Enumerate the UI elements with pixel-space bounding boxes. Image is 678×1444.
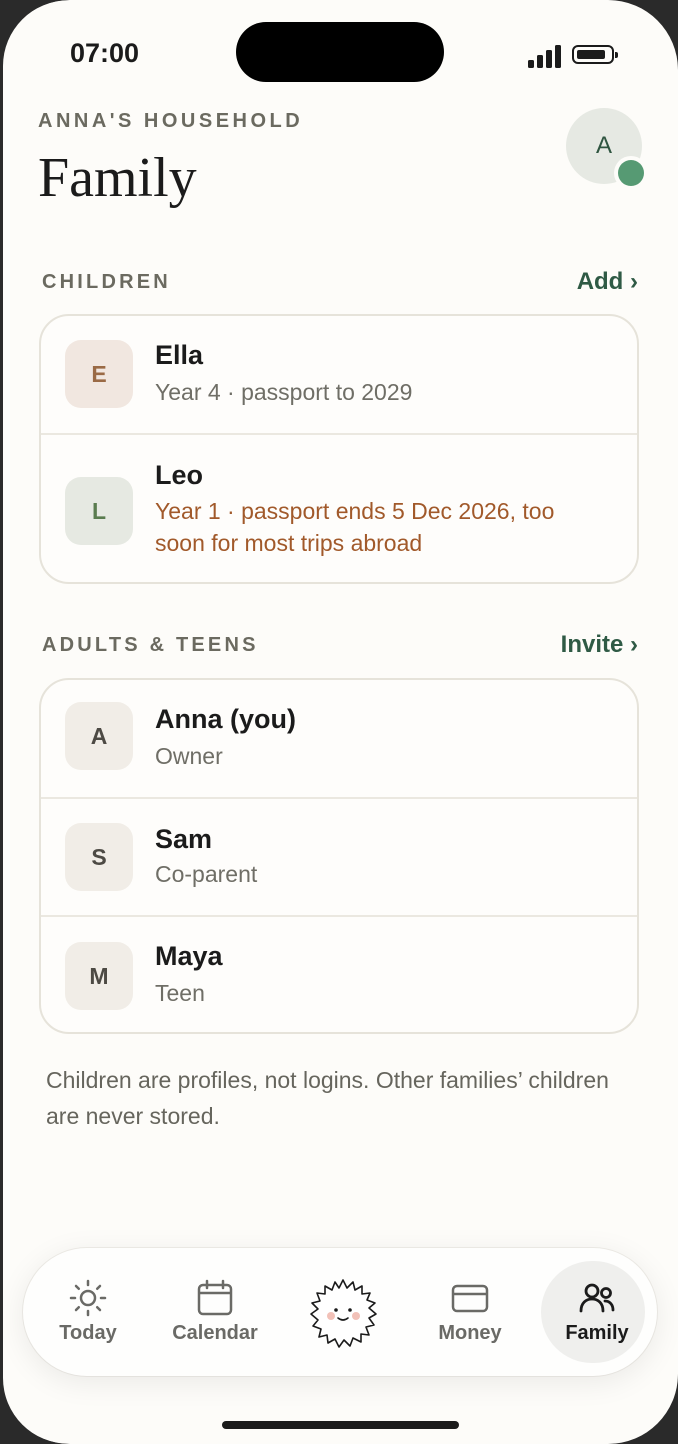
tab-label: Today — [59, 1322, 117, 1344]
adult-name: Maya — [155, 941, 223, 971]
tab-family[interactable]: Family — [541, 1248, 652, 1376]
tab-label: Calendar — [172, 1322, 258, 1344]
tab-today[interactable]: Today — [33, 1248, 143, 1376]
tab-money[interactable]: Money — [415, 1248, 525, 1376]
phone-frame: 07:00 ANNA'S HOUSEHOLD Family A CHILDREN… — [0, 0, 678, 1444]
adult-row-sam[interactable]: S Sam Co-parent — [41, 799, 637, 917]
signal-icon — [528, 44, 562, 68]
people-icon — [579, 1283, 615, 1313]
tab-label: Family — [565, 1322, 629, 1344]
child-detail: Year 4 · passport to 2029 — [155, 379, 413, 405]
household-label: ANNA'S HOUSEHOLD — [38, 110, 304, 132]
children-card: E Ella Year 4 · passport to 2029 L Leo Y… — [39, 314, 639, 584]
dynamic-island — [236, 22, 444, 82]
children-section-label: CHILDREN — [42, 270, 171, 293]
adult-name: Sam — [155, 824, 213, 854]
adult-role: Owner — [155, 743, 223, 769]
child-initial-badge: L — [65, 477, 133, 545]
child-detail-warning: Year 1 · passport ends 5 Dec 2026, too s… — [155, 498, 555, 556]
invite-button[interactable]: Invite › — [561, 631, 638, 659]
bottom-tab-bar: Today Calendar Money Family — [23, 1248, 657, 1376]
child-name: Leo — [155, 460, 204, 490]
adult-name: Anna (you) — [155, 704, 296, 734]
privacy-footnote: Children are profiles, not logins. Other… — [46, 1067, 609, 1129]
avatar-initial: A — [595, 132, 612, 159]
adults-section-header: ADULTS & TEENS Invite › — [42, 631, 638, 659]
adult-row-anna[interactable]: A Anna (you) Owner — [41, 680, 637, 799]
adult-initial-badge: S — [65, 823, 133, 891]
screen: 07:00 ANNA'S HOUSEHOLD Family A CHILDREN… — [3, 0, 678, 1444]
page-title: Family — [38, 147, 197, 209]
adult-role: Teen — [155, 980, 205, 1006]
child-row-ella[interactable]: E Ella Year 4 · passport to 2029 — [41, 316, 637, 435]
child-name: Ella — [155, 340, 204, 370]
children-section-header: CHILDREN Add › — [42, 268, 638, 296]
adult-initial-badge: A — [65, 702, 133, 770]
mascot-icon[interactable] — [306, 1276, 380, 1352]
calendar-icon — [197, 1279, 233, 1316]
adults-section-label: ADULTS & TEENS — [42, 633, 259, 656]
adult-role: Co-parent — [155, 861, 258, 887]
adult-row-maya[interactable]: M Maya Teen — [41, 917, 637, 1032]
add-child-button[interactable]: Add › — [577, 268, 638, 296]
sun-icon — [69, 1279, 107, 1317]
battery-icon — [572, 45, 618, 64]
adult-initial-badge: M — [65, 942, 133, 1010]
child-row-leo[interactable]: L Leo Year 1 · passport ends 5 Dec 2026,… — [41, 435, 637, 582]
adults-card: A Anna (you) Owner S Sam Co-parent M May… — [39, 678, 639, 1034]
card-icon — [451, 1284, 489, 1313]
tab-calendar[interactable]: Calendar — [160, 1248, 270, 1376]
tab-label: Money — [438, 1322, 502, 1344]
child-initial-badge: E — [65, 340, 133, 408]
home-indicator[interactable] — [222, 1421, 459, 1429]
status-time: 07:00 — [70, 38, 140, 68]
online-status-dot — [618, 160, 644, 186]
